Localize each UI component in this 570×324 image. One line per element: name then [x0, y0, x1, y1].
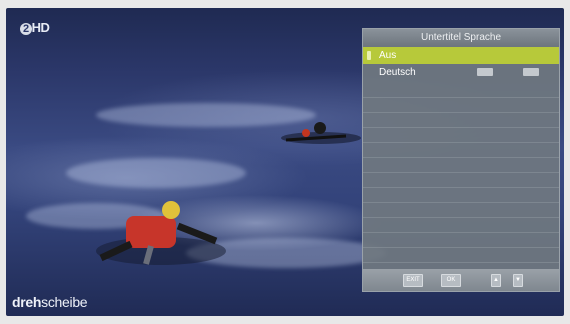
program-logo-bold: dreh	[12, 294, 42, 310]
audio-type-icon	[477, 68, 493, 76]
option-deutsch[interactable]: Deutsch	[363, 64, 559, 81]
subtitle-type-icon	[523, 68, 539, 76]
rescuer-figure	[96, 201, 226, 265]
tv-video-frame: 2 HD drehscheibe Untertitel Sprache Aus D…	[6, 8, 564, 316]
menu-footer: EXIT OK ▲ ▼	[363, 269, 559, 291]
empty-list-rows	[363, 83, 559, 278]
channel-logo-mark: 2	[20, 23, 32, 35]
option-label: Aus	[379, 50, 397, 61]
up-arrow-icon[interactable]: ▲	[491, 274, 501, 287]
menu-title: Untertitel Sprache	[363, 29, 559, 47]
option-aus[interactable]: Aus	[363, 47, 559, 64]
subtitle-language-menu: Untertitel Sprache Aus Deutsch EXIT OK ▲…	[362, 28, 560, 292]
down-arrow-icon[interactable]: ▼	[513, 274, 523, 287]
channel-logo-hd: HD	[31, 20, 50, 35]
diver-figure-far	[281, 122, 361, 144]
program-logo: drehscheibe	[12, 294, 88, 310]
option-label: Deutsch	[379, 67, 416, 78]
program-logo-rest: scheibe	[41, 294, 88, 310]
ice-patch	[66, 158, 246, 188]
selection-marker-icon	[367, 51, 371, 60]
ok-button[interactable]: OK	[441, 274, 461, 287]
channel-logo: 2 HD	[20, 20, 50, 35]
exit-button[interactable]: EXIT	[403, 274, 423, 287]
